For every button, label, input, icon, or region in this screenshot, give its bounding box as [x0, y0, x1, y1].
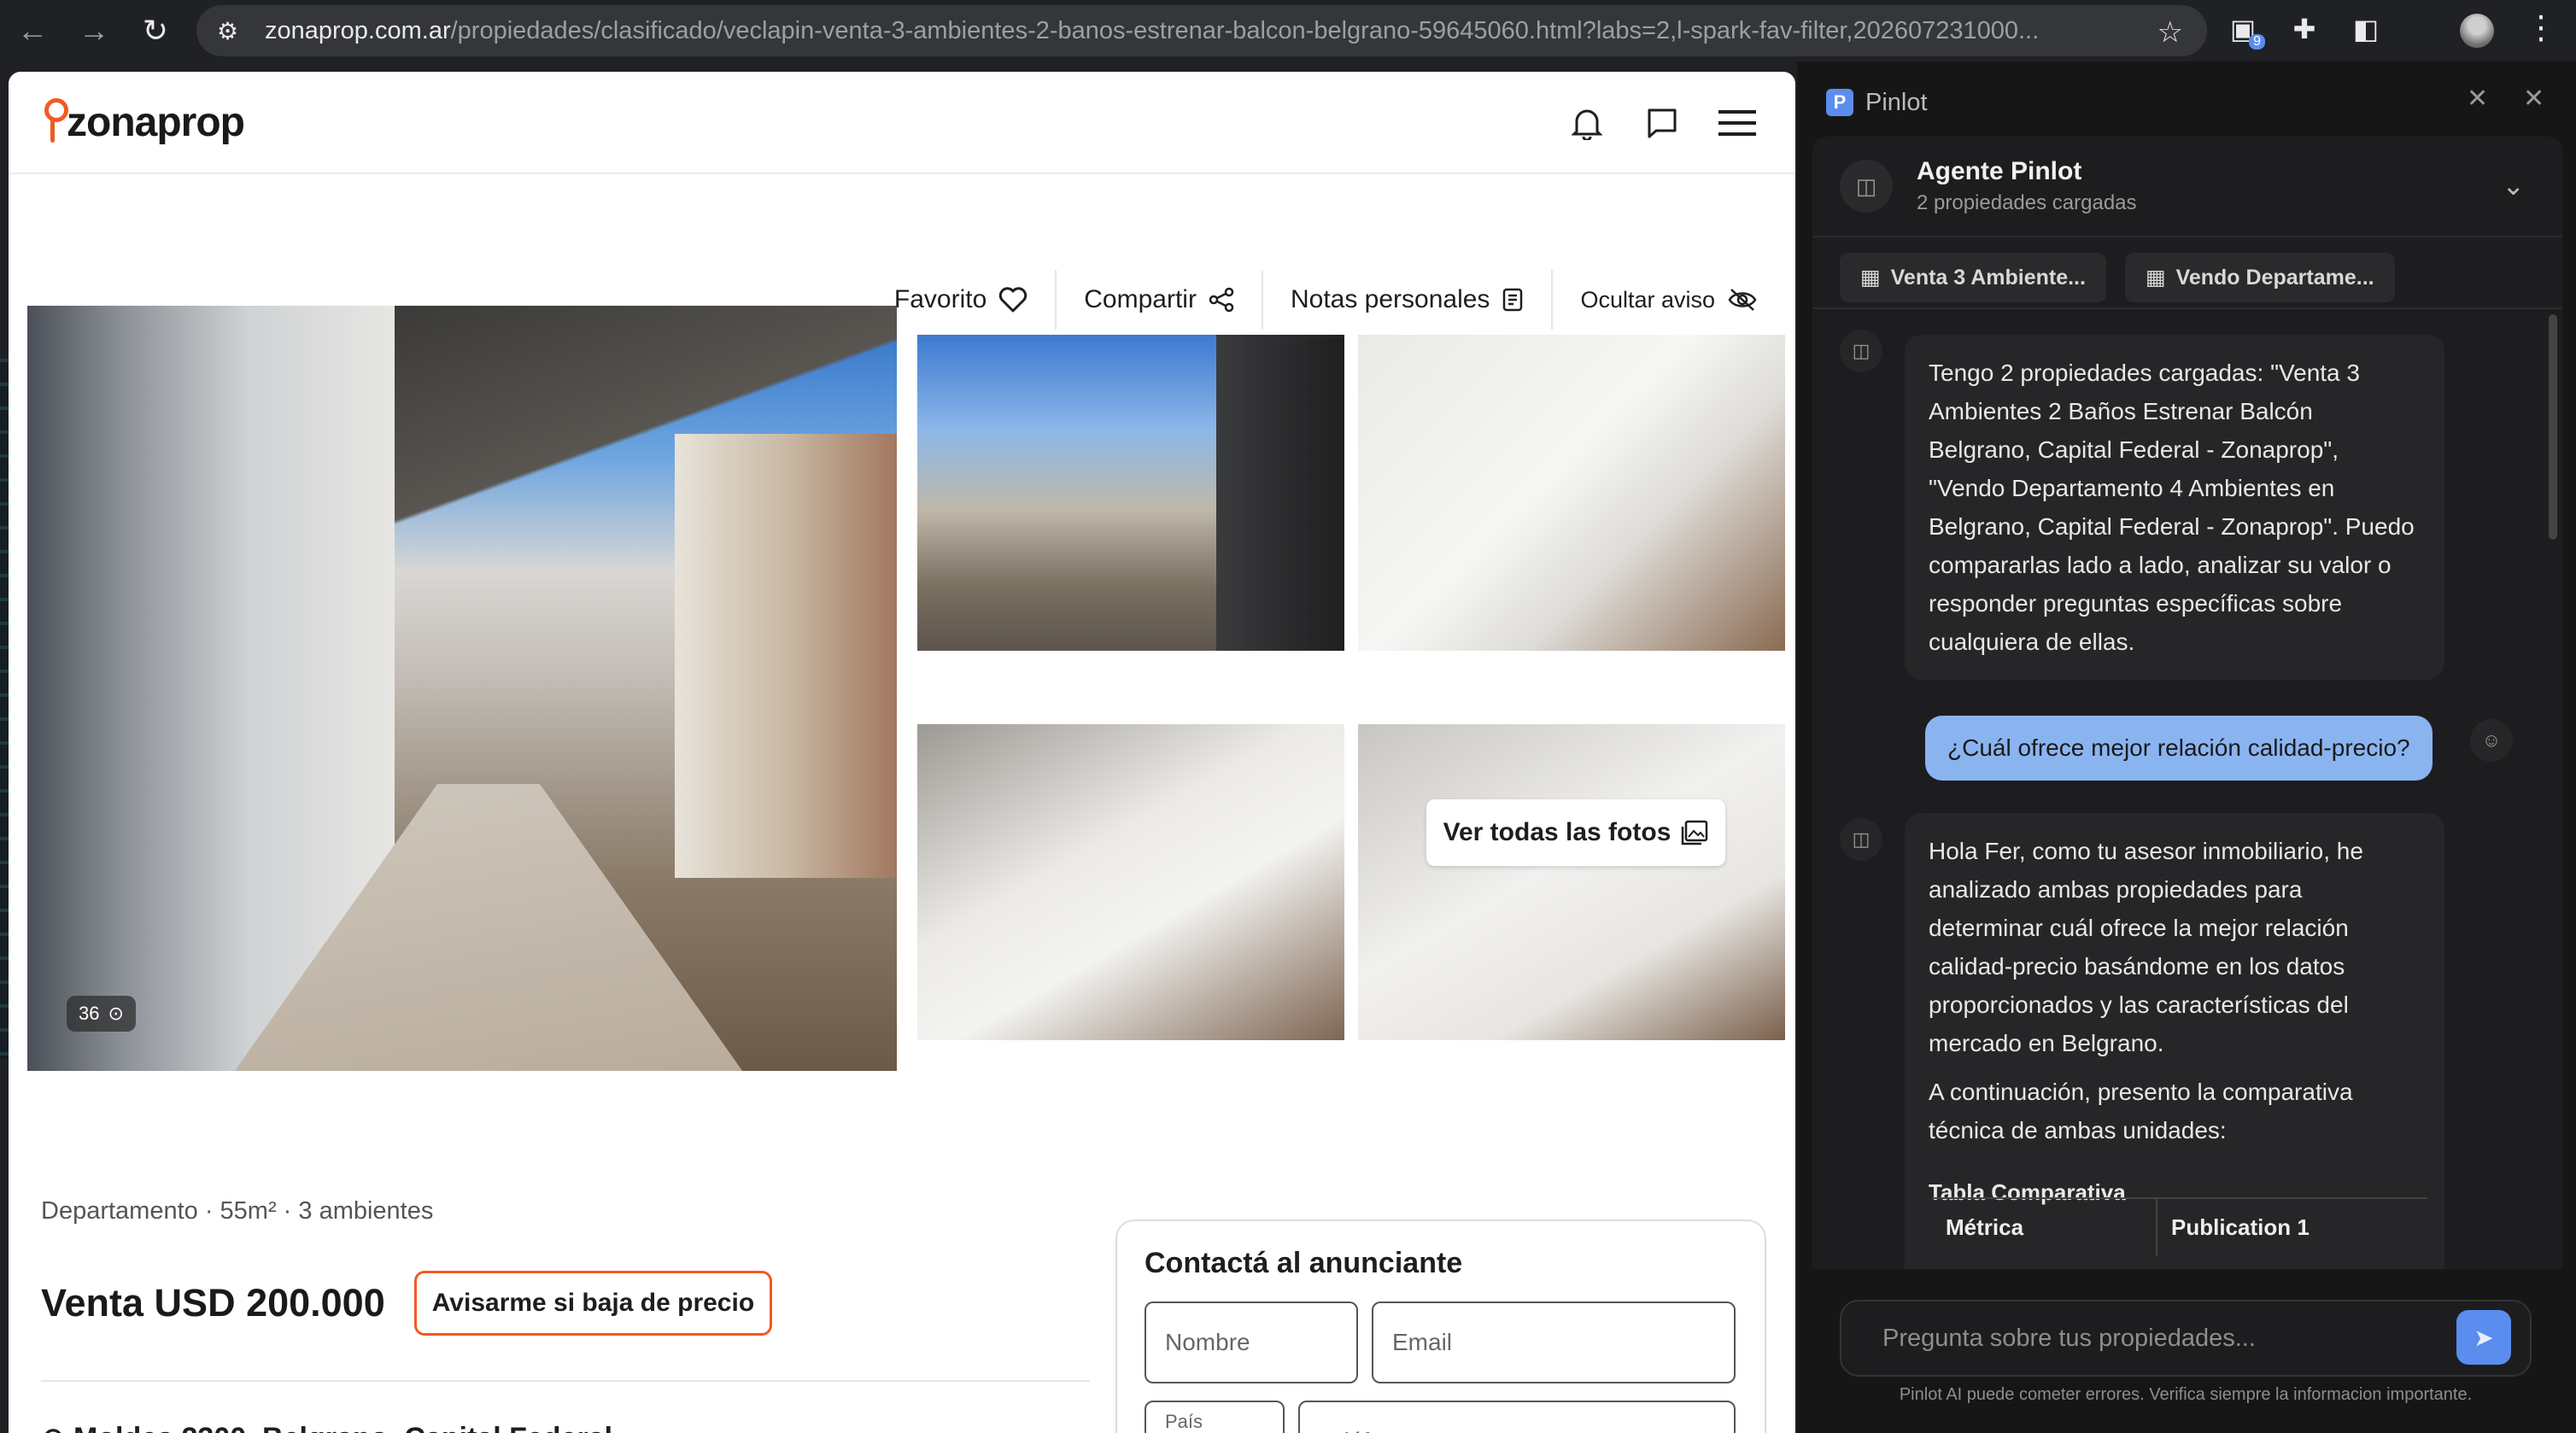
- extension-badge: 9: [2249, 34, 2265, 50]
- side-panel-icon[interactable]: ◧: [2344, 7, 2388, 51]
- profile-avatar[interactable]: [2460, 14, 2494, 48]
- user-message-text: ¿Cuál ofrece mejor relación calidad-prec…: [1947, 734, 2410, 761]
- robot-icon: ◫: [1840, 160, 1893, 213]
- chat-scrollbar[interactable]: [2549, 314, 2557, 540]
- bot-message-1: Tengo 2 propiedades cargadas: "Venta 3 A…: [1905, 335, 2444, 680]
- see-all-photos-button[interactable]: Ver todas las fotos: [1426, 799, 1725, 866]
- reload-button[interactable]: ↻: [132, 7, 179, 55]
- chat-input[interactable]: Pregunta sobre tus propiedades...: [1840, 1300, 2532, 1377]
- photo-count-badge: 36 ⊙: [67, 996, 136, 1032]
- thumbnail-photo-2[interactable]: [1358, 335, 1785, 651]
- thumbnail-photo-3[interactable]: [917, 724, 1344, 1040]
- photo-count: 36: [79, 1003, 100, 1024]
- send-icon[interactable]: ➤: [2456, 1310, 2511, 1365]
- extensions-puzzle-icon[interactable]: ✚: [2282, 7, 2327, 51]
- phone-field[interactable]: Teléfono: [1298, 1401, 1736, 1433]
- chevron-down-icon[interactable]: ⌄: [2502, 169, 2525, 202]
- thumbnail-photo-1[interactable]: [917, 335, 1344, 651]
- bot-avatar-icon: ◫: [1840, 818, 1882, 861]
- agent-subtitle: 2 propiedades cargadas: [1917, 191, 2137, 214]
- divider: [1812, 307, 2562, 309]
- country-select[interactable]: País: [1145, 1401, 1285, 1433]
- building-icon: ▦: [2145, 266, 2166, 290]
- url-host: zonaprop.com.ar: [265, 16, 451, 44]
- bot-avatar-icon: ◫: [1840, 330, 1882, 372]
- address-bar[interactable]: ⚙ zonaprop.com.ar/propiedades/clasificad…: [196, 5, 2207, 56]
- table-header-metric: Métrica: [1932, 1199, 2157, 1256]
- site-settings-icon[interactable]: ⚙: [217, 17, 251, 45]
- site-header: zonaprop: [9, 72, 1795, 174]
- forward-button[interactable]: →: [70, 7, 118, 55]
- photo-building: [675, 434, 897, 878]
- listing-price: Venta USD 200.000: [41, 1281, 385, 1325]
- price-alert-button[interactable]: Avisarme si baja de precio: [413, 1271, 773, 1336]
- bell-icon[interactable]: [1566, 102, 1607, 143]
- url-path: /propiedades/clasificado/veclapin-venta-…: [450, 16, 2040, 44]
- pinlot-logo-icon: P: [1826, 89, 1853, 116]
- bot-message-2-paragraph-1: Hola Fer, como tu asesor inmobiliario, h…: [1929, 838, 2363, 1056]
- agent-title: Agente Pinlot: [1917, 157, 2082, 185]
- user-avatar-icon: ☺: [2470, 719, 2513, 762]
- price-row: Venta USD 200.000 Avisarme si baja de pr…: [41, 1271, 773, 1336]
- side-panel-title: Pinlot: [1865, 88, 1928, 116]
- browser-toolbar: ← → ↻ ⚙ zonaprop.com.ar/propiedades/clas…: [0, 0, 2576, 61]
- disclaimer: Pinlot AI puede cometer errores. Verific…: [1899, 1385, 2473, 1404]
- pin-icon[interactable]: ✕: [2467, 84, 2488, 114]
- listing-address: ⊙ Moldes 2300, Belgrano, Capital Federal: [41, 1421, 612, 1433]
- close-panel-icon[interactable]: ✕: [2523, 84, 2544, 114]
- contact-form: Contactá al anunciante Nombre Email País…: [1115, 1220, 1766, 1433]
- browser-menu-icon[interactable]: ⋮: [2525, 9, 2557, 47]
- name-field[interactable]: Nombre: [1145, 1301, 1358, 1383]
- chip-label: Vendo Departame...: [2175, 265, 2374, 290]
- chat-input-area: Pregunta sobre tus propiedades... ➤ Pinl…: [1799, 1269, 2573, 1433]
- see-all-label: Ver todas las fotos: [1443, 818, 1671, 846]
- divider: [41, 1380, 1090, 1382]
- zonaprop-logo[interactable]: zonaprop: [43, 98, 245, 146]
- thumbnail-photo-4[interactable]: [1358, 724, 1785, 1040]
- address-text: Moldes 2300, Belgrano, Capital Federal: [73, 1422, 612, 1433]
- camera-icon: ⊙: [108, 1003, 124, 1024]
- hamburger-menu-icon[interactable]: [1717, 102, 1758, 143]
- chip-label: Venta 3 Ambiente...: [1890, 265, 2086, 290]
- photo-gallery: 36 ⊙: [27, 306, 1795, 1074]
- extension-pinlot-icon[interactable]: ▣ 9: [2221, 7, 2265, 51]
- listing-info: Departamento · 55m² · 3 ambientes: [41, 1197, 1100, 1225]
- chat-bubble-icon[interactable]: [1642, 102, 1683, 143]
- listing-subtitle: Departamento · 55m² · 3 ambientes: [41, 1197, 434, 1225]
- agent-header[interactable]: ◫ Agente Pinlot 2 propiedades cargadas ⌄: [1812, 137, 2562, 237]
- side-panel-header: P Pinlot ✕ ✕: [1797, 61, 2576, 143]
- back-button[interactable]: ←: [9, 7, 56, 55]
- user-message-bubble: ¿Cuál ofrece mejor relación calidad-prec…: [1925, 716, 2433, 781]
- background-decoration: [0, 359, 9, 1059]
- table-header-pub1: Publication 1: [2171, 1214, 2310, 1240]
- property-chip-2[interactable]: ▦ Vendo Departame...: [2124, 253, 2395, 302]
- gallery-icon: [1682, 820, 1708, 845]
- property-chip-1[interactable]: ▦ Venta 3 Ambiente...: [1840, 253, 2106, 302]
- web-page: zonaprop Favorito Compartir Notas person…: [9, 72, 1795, 1433]
- comparison-table-header: Métrica Publication 1: [1932, 1197, 2427, 1256]
- logo-text: zonaprop: [67, 99, 245, 145]
- bot-message-2-paragraph-2: A continuación, presento la comparativa …: [1929, 1079, 2353, 1143]
- contact-title: Contactá al anunciante: [1145, 1247, 1463, 1279]
- main-photo[interactable]: 36 ⊙: [27, 306, 897, 1071]
- bookmark-star-icon[interactable]: ☆: [2157, 15, 2183, 50]
- building-icon: ▦: [1860, 266, 1881, 290]
- property-chips: ▦ Venta 3 Ambiente... ▦ Vendo Departame...: [1840, 253, 2395, 302]
- logo-key-icon: [43, 98, 68, 146]
- email-field[interactable]: Email: [1372, 1301, 1736, 1383]
